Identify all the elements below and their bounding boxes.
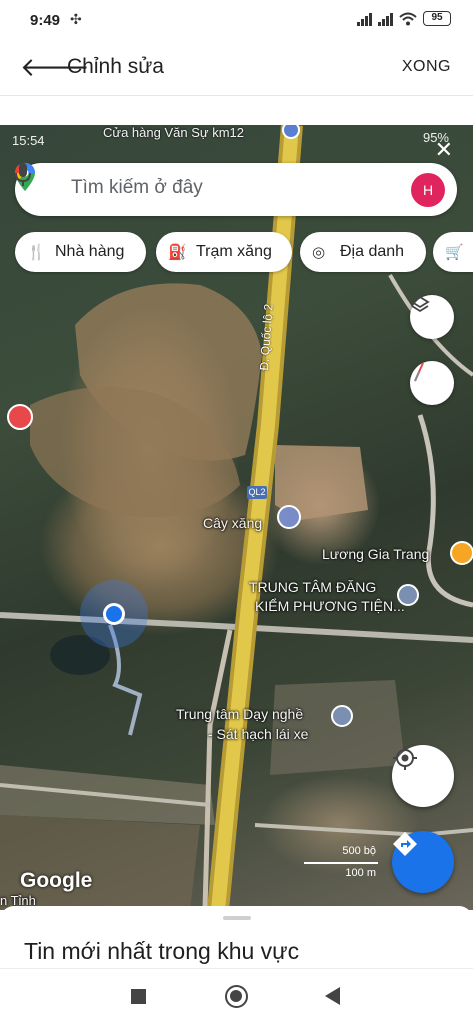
- signal-icon-2: [378, 12, 393, 26]
- mic-icon: [15, 163, 31, 186]
- fan-icon: ✣: [70, 11, 82, 27]
- scale-bottom-label: 100 m: [345, 867, 376, 879]
- chip-label: Địa danh: [340, 243, 405, 260]
- my-location-button: [392, 745, 454, 807]
- page-title: Chỉnh sửa: [67, 55, 164, 78]
- recents-icon[interactable]: [131, 989, 146, 1004]
- chip-shopping: 🛒: [433, 232, 473, 272]
- chip-label: Trạm xăng: [196, 243, 272, 260]
- back-triangle-icon[interactable]: [325, 987, 340, 1005]
- shopping-cart-icon: 🛒: [445, 244, 464, 261]
- road-badge: QL2: [247, 486, 267, 499]
- avatar: H: [411, 173, 445, 207]
- directions-icon: [393, 832, 417, 856]
- bottom-sheet[interactable]: Tin mới nhất trong khu vực: [0, 906, 473, 970]
- school-label-2: - Sát hạch lái xe: [208, 726, 309, 742]
- google-logo: Google: [20, 869, 93, 892]
- close-icon: ✕: [434, 137, 453, 162]
- done-button[interactable]: XONG: [402, 58, 451, 76]
- chip-landmarks: ◎ Địa danh: [300, 232, 426, 272]
- camera-icon: ◎: [312, 244, 326, 261]
- search-placeholder: Tìm kiếm ở đây: [71, 177, 203, 198]
- chip-label: Nhà hàng: [55, 243, 125, 260]
- scale-bar: [304, 862, 378, 864]
- layers-icon: [410, 295, 430, 313]
- battery-icon: 95: [423, 11, 451, 26]
- map-screenshot-image: 15:54 Cửa hàng Văn Sự km12 95% ✕ Tìm kiế…: [0, 125, 473, 910]
- overlay-time: 15:54: [12, 133, 45, 148]
- inspection-label-1: TRUNG TÂM ĐĂNG: [249, 579, 377, 595]
- gas-station-icon: ⛽: [168, 244, 187, 261]
- scale-top-label: 500 bộ: [342, 845, 376, 857]
- chip-restaurants: 🍴 Nhà hàng: [15, 232, 146, 272]
- drag-handle[interactable]: [223, 916, 251, 920]
- system-nav-bar: [0, 968, 473, 1024]
- sheet-title: Tin mới nhất trong khu vực: [24, 938, 300, 964]
- status-icons: 95: [357, 11, 451, 26]
- layers-button: [410, 295, 454, 339]
- chip-gas-stations: ⛽ Trạm xăng: [156, 232, 292, 272]
- overlay-top-label: Cửa hàng Văn Sự km12: [103, 125, 244, 140]
- gas-station-label: Cây xăng: [203, 515, 263, 531]
- crosshair-icon: [393, 746, 417, 770]
- status-bar: 9:49 ✣ 95: [0, 0, 473, 44]
- wifi-icon: [399, 12, 417, 25]
- home-icon[interactable]: [225, 985, 248, 1008]
- school-label-1: Trung tâm Dạy nghề: [176, 706, 304, 722]
- status-time: 9:49: [30, 12, 61, 29]
- app-bar: 🡐 Chỉnh sửa XONG: [0, 44, 473, 96]
- map-search-bar: Tìm kiếm ở đây H: [15, 163, 457, 216]
- directions-button: [392, 831, 454, 893]
- map-scale: 500 bộ 100 m: [304, 845, 378, 881]
- compass-button: [410, 361, 454, 405]
- restaurant-label: Lương Gia Trang: [322, 546, 430, 562]
- fork-knife-icon: 🍴: [27, 244, 46, 261]
- inspection-label-2: KIỂM PHƯƠNG TIỆN...: [255, 598, 405, 614]
- signal-icon: [357, 12, 372, 26]
- compass-icon: [414, 362, 424, 382]
